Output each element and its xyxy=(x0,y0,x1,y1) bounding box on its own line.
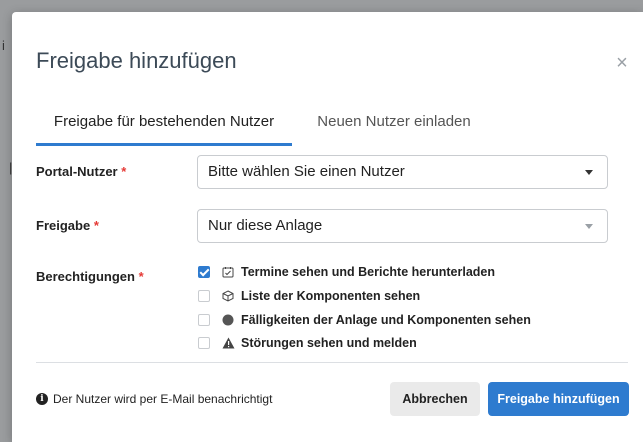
release-label: Freigabe * xyxy=(36,218,99,233)
portal-user-select-value: Bitte wählen Sie einen Nutzer xyxy=(208,163,405,180)
circle-icon xyxy=(221,313,235,327)
permission-components-checkbox[interactable] xyxy=(198,290,210,302)
permission-due-dates[interactable]: Fälligkeiten der Anlage und Komponenten … xyxy=(198,311,531,329)
cube-icon xyxy=(221,289,235,303)
background-text: i xyxy=(2,38,5,53)
tab-bar: Freigabe für bestehenden Nutzer Neuen Nu… xyxy=(36,100,636,146)
portal-user-label: Portal-Nutzer * xyxy=(36,164,126,179)
permission-appointments-checkbox[interactable] xyxy=(198,266,210,278)
permission-components-label: Liste der Komponenten sehen xyxy=(241,289,421,303)
release-label-text: Freigabe xyxy=(36,218,91,233)
dialog-title: Freigabe hinzufügen xyxy=(36,48,237,73)
portal-user-select[interactable]: Bitte wählen Sie einen Nutzer xyxy=(197,155,608,189)
required-marker: * xyxy=(138,269,144,284)
permission-appointments[interactable]: Termine sehen und Berichte herunterladen xyxy=(198,263,495,281)
required-marker: * xyxy=(121,164,127,179)
release-select-value: Nur diese Anlage xyxy=(208,217,323,234)
close-icon[interactable]: × xyxy=(615,53,629,73)
add-share-dialog: Freigabe hinzufügen × Freigabe für beste… xyxy=(12,12,643,442)
required-marker: * xyxy=(93,218,99,233)
permission-faults-checkbox[interactable] xyxy=(198,337,210,349)
footer-divider xyxy=(36,362,628,363)
permission-components[interactable]: Liste der Komponenten sehen xyxy=(198,287,420,305)
permission-due-dates-label: Fälligkeiten der Anlage und Komponenten … xyxy=(241,313,531,327)
notification-info: i Der Nutzer wird per E-Mail benachricht… xyxy=(36,392,272,406)
permissions-label: Berechtigungen * xyxy=(36,269,144,284)
chevron-down-icon xyxy=(585,224,593,229)
permission-faults[interactable]: Störungen sehen und melden xyxy=(198,334,417,352)
chevron-down-icon xyxy=(585,170,593,175)
notification-info-text: Der Nutzer wird per E-Mail benachrichtig… xyxy=(53,392,273,406)
permission-due-dates-checkbox[interactable] xyxy=(198,314,210,326)
portal-user-label-text: Portal-Nutzer xyxy=(36,164,118,179)
permission-faults-label: Störungen sehen und melden xyxy=(241,336,417,350)
info-icon: i xyxy=(36,393,48,405)
calendar-check-icon xyxy=(221,265,235,279)
tab-invite-new-user[interactable]: Neuen Nutzer einladen xyxy=(314,100,474,146)
permissions-label-text: Berechtigungen xyxy=(36,269,135,284)
permission-appointments-label: Termine sehen und Berichte herunterladen xyxy=(241,265,495,279)
release-select[interactable]: Nur diese Anlage xyxy=(197,209,608,243)
warning-icon xyxy=(221,336,235,350)
cancel-button[interactable]: Abbrechen xyxy=(390,382,480,416)
add-share-button[interactable]: Freigabe hinzufügen xyxy=(488,382,629,416)
tab-existing-user[interactable]: Freigabe für bestehenden Nutzer xyxy=(36,100,292,146)
